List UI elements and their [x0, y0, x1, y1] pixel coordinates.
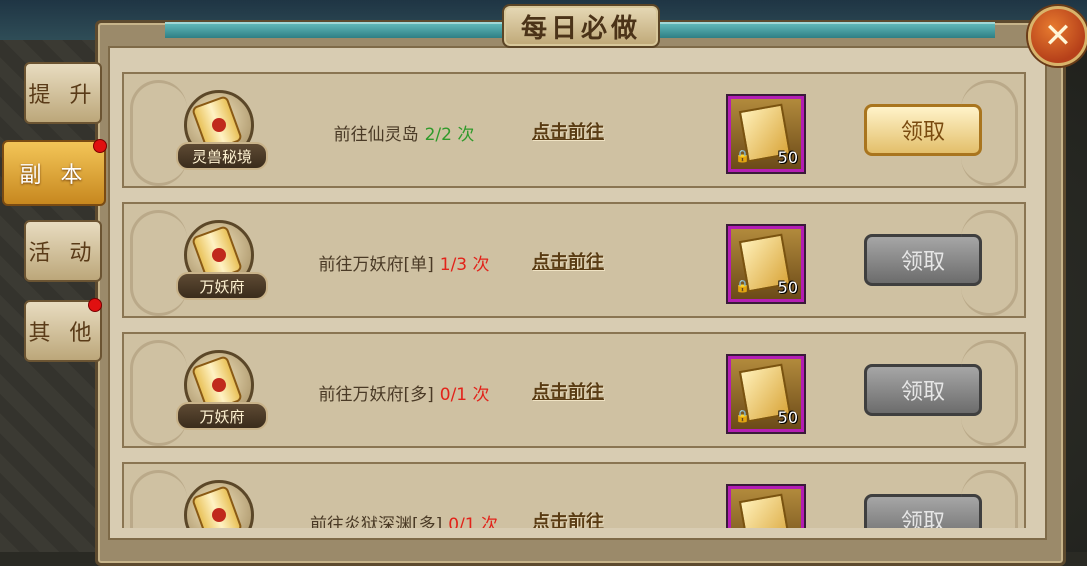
task-description: 前往炎狱深渊[多] 0/1 次 [284, 510, 524, 528]
notification-dot [93, 139, 107, 153]
tab-label: 副 本 [19, 163, 89, 188]
claim-button[interactable]: 领取 [864, 494, 982, 528]
task-row: 前往炎狱深渊[多] 0/1 次 点击前往 领取 [122, 462, 1026, 528]
goto-link[interactable]: 点击前往 [532, 118, 604, 144]
lock-icon: 🔒 [735, 409, 750, 423]
scroll-icon [176, 480, 258, 528]
task-description: 前往仙灵岛 2/2 次 [284, 120, 524, 145]
reward-item[interactable] [728, 486, 804, 528]
claim-button[interactable]: 领取 [864, 104, 982, 156]
task-count: 0/1 次 [439, 385, 490, 405]
task-desc-text: 前往炎狱深渊[多] [309, 515, 443, 528]
task-row: 万妖府 前往万妖府[多] 0/1 次 点击前往 🔒 50 领取 [122, 332, 1026, 448]
claim-button[interactable]: 领取 [864, 234, 982, 286]
reward-quantity: 50 [777, 408, 798, 427]
ticket-icon [738, 493, 792, 528]
task-desc-text: 前往万妖府[多] [318, 385, 434, 405]
reward-item[interactable]: 🔒 50 [728, 226, 804, 302]
tab-label: 其 他 [28, 321, 98, 346]
notification-dot [88, 298, 102, 312]
claim-button[interactable]: 领取 [864, 364, 982, 416]
scroll-icon: 万妖府 [176, 220, 268, 302]
lock-icon: 🔒 [735, 149, 750, 163]
page-title: 每日必做 [520, 13, 641, 44]
task-list[interactable]: 灵兽秘境 前往仙灵岛 2/2 次 点击前往 🔒 50 领取 万妖府 前往万妖府[单… [122, 72, 1028, 528]
tab-activity[interactable]: 活 动 [24, 220, 102, 282]
goto-link[interactable]: 点击前往 [532, 378, 604, 404]
task-row: 灵兽秘境 前往仙灵岛 2/2 次 点击前往 🔒 50 领取 [122, 72, 1026, 188]
task-description: 前往万妖府[单] 1/3 次 [284, 250, 524, 275]
goto-link[interactable]: 点击前往 [532, 248, 604, 274]
task-count: 2/2 次 [424, 125, 475, 145]
reward-quantity: 50 [777, 148, 798, 167]
close-x-icon: ✕ [1043, 16, 1073, 56]
scroll-icon: 万妖府 [176, 350, 268, 432]
tab-label: 提 升 [28, 83, 98, 108]
title-plate: 每日必做 [502, 4, 660, 48]
tab-dungeon[interactable]: 副 本 [2, 140, 106, 206]
dungeon-name: 万妖府 [176, 402, 268, 430]
tab-label: 活 动 [28, 241, 98, 266]
task-count: 0/1 次 [448, 515, 499, 528]
reward-item[interactable]: 🔒 50 [728, 356, 804, 432]
tab-upgrade[interactable]: 提 升 [24, 62, 102, 124]
scroll-icon: 灵兽秘境 [176, 90, 268, 172]
close-button[interactable]: ✕ [1028, 6, 1087, 66]
reward-item[interactable]: 🔒 50 [728, 96, 804, 172]
task-count: 1/3 次 [439, 255, 490, 275]
task-desc-text: 前往万妖府[单] [318, 255, 434, 275]
lock-icon: 🔒 [735, 279, 750, 293]
reward-quantity: 50 [777, 278, 798, 297]
dungeon-name: 灵兽秘境 [176, 142, 268, 170]
task-row: 万妖府 前往万妖府[单] 1/3 次 点击前往 🔒 50 领取 [122, 202, 1026, 318]
goto-link[interactable]: 点击前往 [532, 508, 604, 528]
task-description: 前往万妖府[多] 0/1 次 [284, 380, 524, 405]
task-desc-text: 前往仙灵岛 [333, 125, 419, 145]
dungeon-name: 万妖府 [176, 272, 268, 300]
